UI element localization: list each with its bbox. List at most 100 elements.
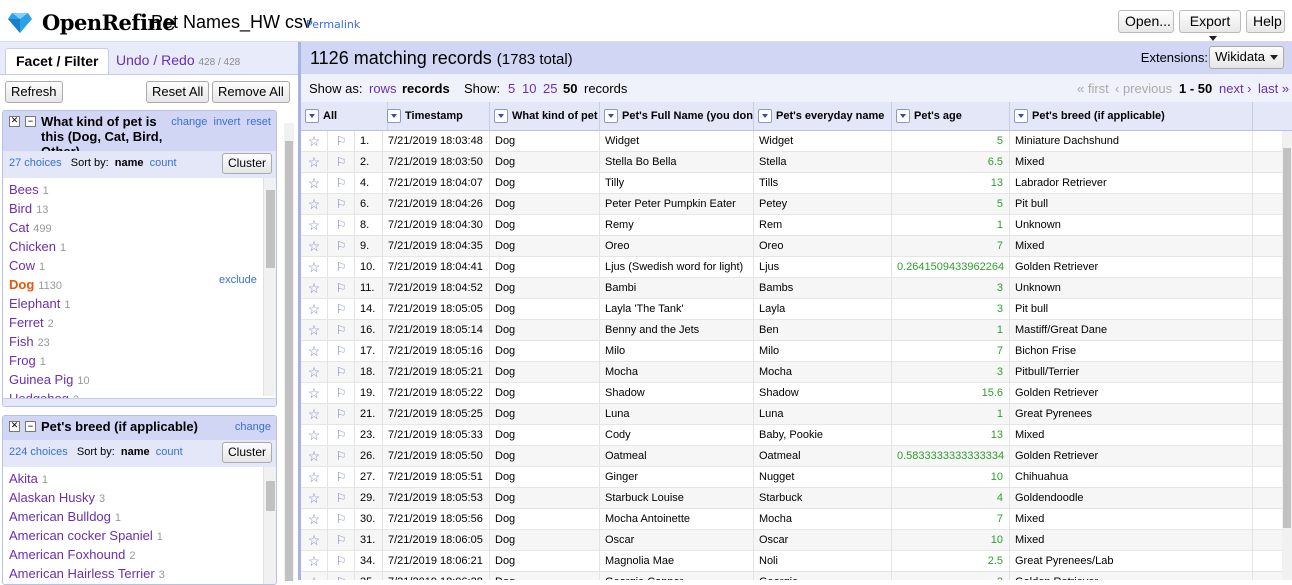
cell-breed[interactable]: Mixed (1010, 509, 1253, 530)
star-icon[interactable]: ☆ (301, 194, 328, 215)
star-icon[interactable]: ☆ (301, 530, 328, 551)
cell-breed[interactable]: Great Pyrenees/Lab (1010, 551, 1253, 572)
facet-choice[interactable]: Cow 1 (3, 256, 276, 275)
cell-timestamp[interactable]: 7/21/2019 18:05:51 (383, 467, 490, 488)
cell-pet-kind[interactable]: Dog (490, 299, 600, 320)
cell-everyday-name[interactable]: Bambs (754, 278, 892, 299)
star-icon[interactable]: ☆ (301, 257, 328, 278)
records-mode[interactable]: records (402, 81, 450, 96)
star-icon[interactable]: ☆ (301, 341, 328, 362)
cell-breed[interactable]: Pit bull (1010, 194, 1253, 215)
remove-all-button[interactable]: Remove All (212, 81, 290, 103)
open-button[interactable]: Open... (1118, 10, 1174, 33)
close-icon[interactable]: ✕ (9, 421, 20, 432)
sort-count[interactable]: count (156, 446, 183, 458)
cell-everyday-name[interactable]: Milo (754, 341, 892, 362)
choice-name[interactable]: Guinea Pig (9, 372, 73, 387)
cell-age[interactable]: 0.2641509433962264 (892, 257, 1010, 278)
previous-page-link[interactable]: ‹ previous (1115, 81, 1172, 96)
cell-everyday-name[interactable]: Shadow (754, 383, 892, 404)
change-link[interactable]: change (235, 421, 271, 433)
cell-breed[interactable]: Unknown (1010, 215, 1253, 236)
cell-age[interactable]: 3 (892, 278, 1010, 299)
cell-breed[interactable]: Chihuahua (1010, 467, 1253, 488)
cell-full-name[interactable]: Luna (600, 404, 754, 425)
column-menu-icon[interactable] (305, 109, 319, 123)
table-scrollbar[interactable] (1282, 131, 1292, 580)
flag-icon[interactable]: ⚐ (328, 152, 355, 173)
choice-name[interactable]: Alaskan Husky (9, 490, 95, 505)
rows-mode-link[interactable]: rows (369, 81, 396, 96)
cell-timestamp[interactable]: 7/21/2019 18:04:35 (383, 236, 490, 257)
cell-pet-kind[interactable]: Dog (490, 425, 600, 446)
flag-icon[interactable]: ⚐ (328, 131, 355, 152)
choice-name[interactable]: Dog (9, 277, 34, 292)
sort-count[interactable]: count (150, 157, 177, 169)
cell-timestamp[interactable]: 7/21/2019 18:06:05 (383, 530, 490, 551)
column-header-pet-kind[interactable]: What kind of pet is this (Dog, Cat, Bird… (490, 102, 600, 131)
facet-choice[interactable]: Elephant 1 (3, 294, 276, 313)
cell-pet-kind[interactable]: Dog (490, 551, 600, 572)
export-button[interactable]: Export (1179, 10, 1241, 41)
cell-timestamp[interactable]: 7/21/2019 18:05:21 (383, 362, 490, 383)
choice-name[interactable]: American Foxhound (9, 547, 125, 562)
cell-full-name[interactable]: Oscar (600, 530, 754, 551)
cell-full-name[interactable]: Bambi (600, 278, 754, 299)
flag-icon[interactable]: ⚐ (328, 194, 355, 215)
cell-pet-kind[interactable]: Dog (490, 362, 600, 383)
cell-full-name[interactable]: Widget (600, 131, 754, 152)
cell-pet-kind[interactable]: Dog (490, 488, 600, 509)
cell-pet-kind[interactable]: Dog (490, 320, 600, 341)
cell-pet-kind[interactable]: Dog (490, 383, 600, 404)
flag-icon[interactable]: ⚐ (328, 215, 355, 236)
last-page-link[interactable]: last » (1258, 81, 1289, 96)
flag-icon[interactable]: ⚐ (328, 446, 355, 467)
star-icon[interactable]: ☆ (301, 404, 328, 425)
cell-timestamp[interactable]: 7/21/2019 18:05:22 (383, 383, 490, 404)
cell-breed[interactable]: Mastiff/Great Dane (1010, 320, 1253, 341)
star-icon[interactable]: ☆ (301, 362, 328, 383)
cell-everyday-name[interactable]: Mocha (754, 362, 892, 383)
facet-choice[interactable]: Ferret 2 (3, 313, 276, 332)
facet-choice[interactable]: American cocker Spaniel 1 (3, 526, 276, 545)
flag-icon[interactable]: ⚐ (328, 572, 355, 580)
choice-count[interactable]: 27 choices (9, 157, 62, 169)
star-icon[interactable]: ☆ (301, 488, 328, 509)
flag-icon[interactable]: ⚐ (328, 341, 355, 362)
cell-age[interactable]: 7 (892, 341, 1010, 362)
cell-full-name[interactable]: Starbuck Louise (600, 488, 754, 509)
cell-everyday-name[interactable]: Oreo (754, 236, 892, 257)
cell-age[interactable]: 1 (892, 404, 1010, 425)
star-icon[interactable]: ☆ (301, 278, 328, 299)
cell-breed[interactable]: Pitbull/Terrier (1010, 362, 1253, 383)
cell-full-name[interactable]: Magnolia Mae (600, 551, 754, 572)
star-icon[interactable]: ☆ (301, 425, 328, 446)
choice-name[interactable]: Bird (9, 201, 32, 216)
next-page-link[interactable]: next › (1219, 81, 1252, 96)
cell-everyday-name[interactable]: Starbuck (754, 488, 892, 509)
cell-age[interactable]: 6.5 (892, 152, 1010, 173)
cell-everyday-name[interactable]: Petey (754, 194, 892, 215)
cell-timestamp[interactable]: 7/21/2019 18:06:28 (383, 572, 490, 580)
resize-handle[interactable] (3, 398, 276, 406)
column-menu-icon[interactable] (387, 109, 401, 123)
column-menu-icon[interactable] (494, 109, 508, 123)
facet-choice[interactable]: American Hairless Terrier 3 (3, 564, 276, 583)
flag-icon[interactable]: ⚐ (328, 320, 355, 341)
cell-everyday-name[interactable]: Widget (754, 131, 892, 152)
column-menu-icon[interactable] (758, 109, 772, 123)
star-icon[interactable]: ☆ (301, 551, 328, 572)
choice-name[interactable]: American cocker Spaniel (9, 528, 153, 543)
cell-pet-kind[interactable]: Dog (490, 572, 600, 580)
cell-pet-kind[interactable]: Dog (490, 446, 600, 467)
facet-choice[interactable]: Frog 1 (3, 351, 276, 370)
cell-age[interactable]: 7 (892, 509, 1010, 530)
sort-name[interactable]: name (115, 157, 144, 169)
cell-everyday-name[interactable]: Luna (754, 404, 892, 425)
cell-pet-kind[interactable]: Dog (490, 194, 600, 215)
tab-undo-redo[interactable]: Undo / Redo 428 / 428 (106, 48, 250, 74)
scrollbar-thumb[interactable] (1283, 148, 1291, 528)
cell-breed[interactable]: Mixed (1010, 152, 1253, 173)
cell-breed[interactable]: Mixed (1010, 236, 1253, 257)
scrollbar-thumb[interactable] (266, 190, 275, 268)
